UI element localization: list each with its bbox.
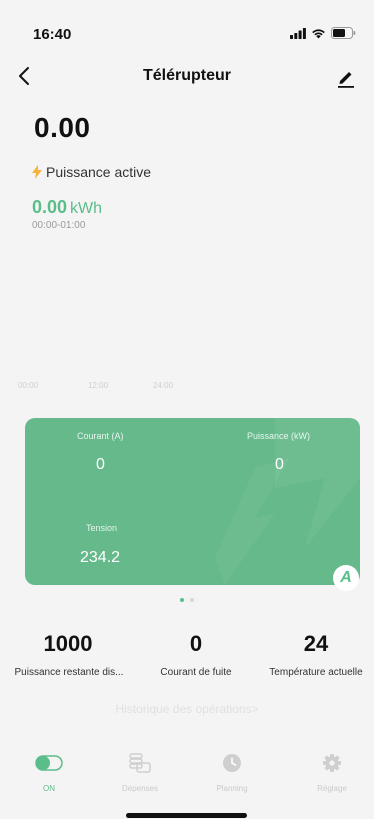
tab-expenses[interactable]: Dépenses [110,752,170,793]
signal-icon [290,27,306,39]
coins-icon [129,753,151,773]
page-title: Télérupteur [142,67,231,84]
stat-temperature-label: Température actuelle [269,667,363,678]
tab-settings[interactable]: Réglage [302,752,362,793]
pager-dots [0,598,374,602]
stat-leakage-current-value: 0 [189,631,203,656]
tab-on[interactable]: ON [19,752,79,793]
power-label-row: Puissance active [32,164,151,180]
stat-leakage-current-label: Courant de fuite [160,667,232,678]
lightning-icon [32,165,42,179]
energy-unit: kWh [70,200,103,217]
tab-label: Planning [216,784,248,793]
energy-range: 00:00-01:00 [32,220,86,231]
active-power-value: 0.00 [34,112,91,143]
tab-label: ON [43,784,55,793]
card-power-value: 0 [275,456,284,473]
status-icons [290,27,356,39]
voltage-value: 234.2 [80,549,121,566]
current-label: Courant (A) [77,431,124,441]
axis-tick: 24:00 [153,381,174,390]
gear-icon [323,754,341,772]
history-link[interactable]: Historique des opérations> [0,702,374,716]
energy-value: 0.00 [32,197,68,217]
energy-row: 0.00 kWh [32,197,102,218]
tab-planning[interactable]: Planning [202,752,262,793]
pager-dot[interactable] [180,598,184,602]
pager-dot[interactable] [190,598,194,602]
mode-badge[interactable]: A [333,565,359,591]
stat-temperature-value: 24 [303,631,329,656]
status-time: 16:40 [33,26,72,43]
tab-label: Réglage [317,784,347,793]
metrics-card[interactable]: Courant (A) 0 Puissance (kW) 0 Tension 2… [25,418,360,585]
clock-icon [223,754,241,772]
tab-label: Dépenses [121,784,159,793]
stat-remaining-power-label: Puissance restante dis... [14,667,124,678]
home-indicator[interactable] [126,813,247,818]
stat-remaining-power-value: 1000 [43,631,93,656]
edit-button[interactable] [336,68,356,90]
current-value: 0 [96,456,105,473]
power-label: Puissance active [46,164,152,180]
wifi-icon [312,28,325,38]
card-power-label: Puissance (kW) [247,431,311,441]
battery-icon [331,27,356,39]
axis-tick: 00:00 [18,381,39,390]
axis-tick: 12:00 [88,381,109,390]
voltage-label: Tension [86,523,118,533]
toggle-icon [35,755,63,771]
pencil-icon [338,72,354,88]
lightning-watermark-icon [215,418,360,585]
